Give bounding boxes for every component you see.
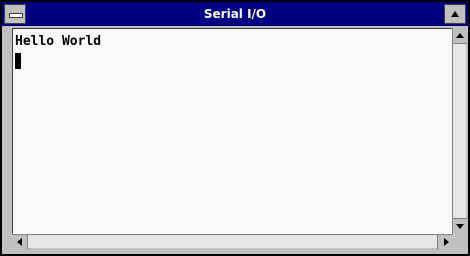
- window-title: Serial I/O: [203, 7, 267, 21]
- vertical-scrollbar[interactable]: [452, 28, 467, 234]
- scroll-up-icon: [456, 33, 464, 38]
- maximize-button[interactable]: [444, 4, 466, 24]
- text-cursor: [15, 53, 21, 69]
- scroll-up-button[interactable]: [453, 28, 467, 44]
- scroll-down-icon: [456, 224, 464, 229]
- scroll-down-button[interactable]: [453, 218, 467, 234]
- title-bar[interactable]: Serial I/O: [2, 2, 468, 26]
- scroll-left-icon: [17, 238, 22, 246]
- serial-io-window: Serial I/O Hello World: [0, 0, 470, 256]
- maximize-icon: [451, 11, 459, 17]
- scroll-right-button[interactable]: [437, 235, 453, 249]
- system-menu-icon: [9, 13, 23, 18]
- terminal-output-line: Hello World: [15, 34, 102, 49]
- system-menu-button[interactable]: [4, 4, 26, 24]
- horizontal-scrollbar[interactable]: [12, 234, 453, 249]
- scroll-right-icon: [444, 238, 449, 246]
- terminal-area[interactable]: Hello World: [12, 28, 453, 234]
- scrollbar-corner: [452, 234, 466, 248]
- scroll-left-button[interactable]: [12, 235, 28, 249]
